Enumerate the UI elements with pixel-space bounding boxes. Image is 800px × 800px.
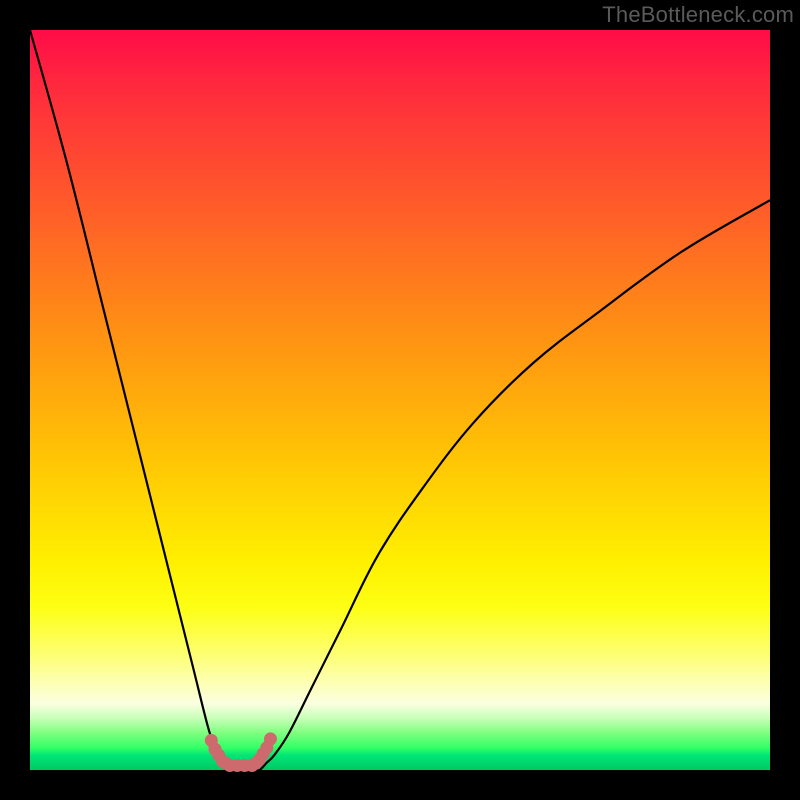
chart-svg [30,30,770,770]
chart-frame: TheBottleneck.com [0,0,800,800]
watermark-text: TheBottleneck.com [602,2,794,28]
marker-dot [264,732,277,745]
plot-area [30,30,770,770]
bottleneck-curve [30,30,770,771]
marker-band [205,732,277,772]
